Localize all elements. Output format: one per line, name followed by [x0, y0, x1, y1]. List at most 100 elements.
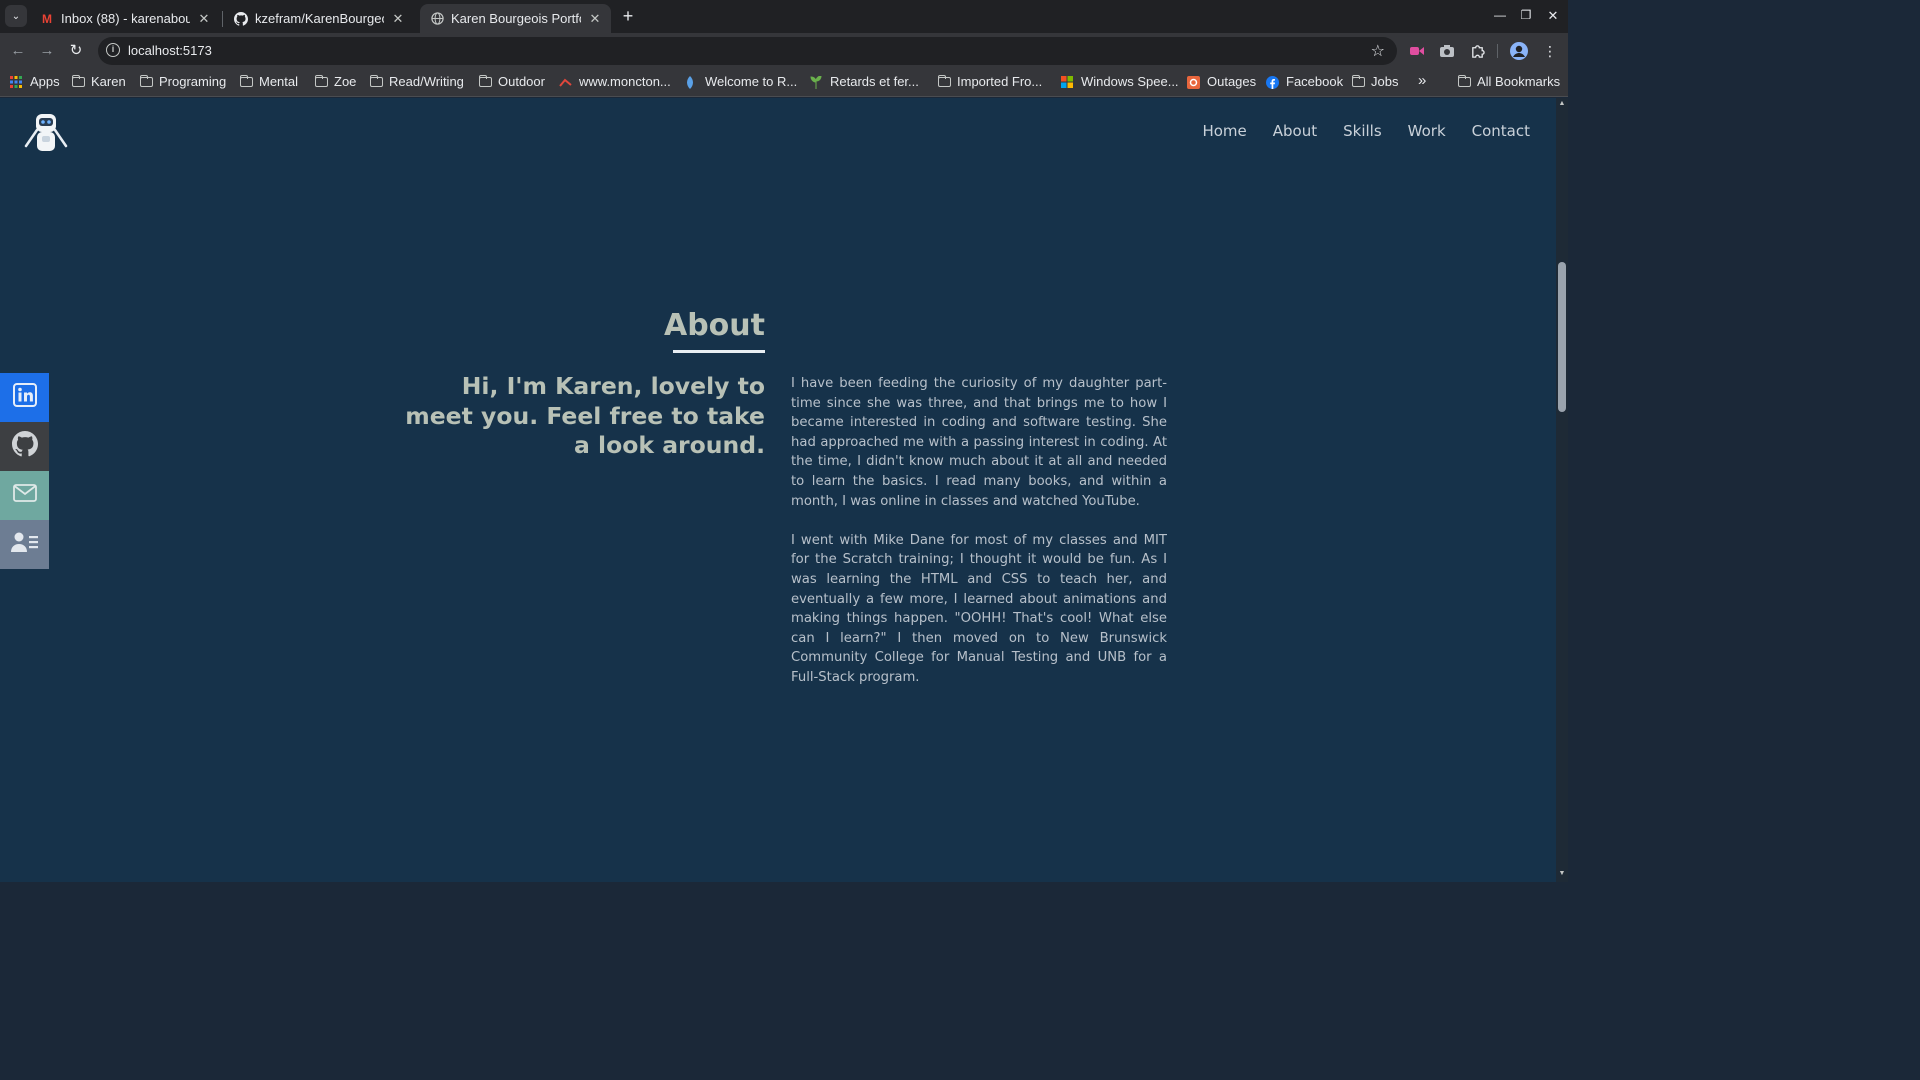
bookmark-label: Imported Fro... — [957, 74, 1043, 89]
robot-logo-icon[interactable] — [22, 110, 70, 156]
tab-github[interactable]: kzefram/KarenBourgeois ✕ — [224, 4, 414, 33]
bookmark-retards[interactable]: Retards et fer... — [810, 74, 919, 89]
about-heading: About — [663, 308, 765, 343]
mail-icon — [12, 484, 37, 507]
bookmarks-overflow-button[interactable]: » — [1418, 72, 1426, 89]
close-window-icon[interactable]: ✕ — [1545, 8, 1561, 24]
bookmark-label: Programing — [159, 74, 227, 89]
main-nav: Home About Skills Work Contact — [1202, 122, 1530, 140]
tab-portfolio[interactable]: Karen Bourgeois Portfolio ✕ — [420, 4, 611, 33]
folder-icon — [140, 74, 153, 87]
bio-paragraph: I have been feeding the curiosity of my … — [791, 376, 1167, 509]
folder-icon — [315, 74, 328, 87]
reload-button[interactable]: ↻ — [66, 41, 86, 61]
bookmark-facebook[interactable]: Facebook — [1266, 74, 1343, 89]
close-icon[interactable]: ✕ — [390, 11, 406, 27]
folder-icon — [1458, 74, 1471, 87]
url-text[interactable]: localhost:5173 — [128, 43, 212, 58]
bookmark-label: Outages — [1207, 74, 1257, 89]
bookmark-label: Retards et fer... — [830, 74, 919, 89]
bookmark-apps[interactable]: Apps — [10, 74, 60, 89]
nav-contact-link[interactable]: Contact — [1472, 122, 1530, 140]
screenshot-extension-icon[interactable] — [1438, 42, 1456, 60]
tab-title: Karen Bourgeois Portfolio — [451, 11, 581, 26]
browser-menu-icon[interactable]: ⋮ — [1541, 42, 1559, 60]
page-scrollbar[interactable]: ▲ ▼ — [1556, 98, 1568, 882]
social-sidebar — [0, 373, 49, 569]
restore-icon[interactable]: ❐ — [1518, 8, 1534, 22]
tab-title: kzefram/KarenBourgeois — [255, 11, 384, 26]
bookmark-folder-jobs[interactable]: Jobs — [1352, 74, 1398, 89]
bookmark-label: Zoe — [334, 74, 357, 89]
scroll-down-icon[interactable]: ▼ — [1558, 870, 1566, 877]
tab-strip: ⌄ M Inbox (88) - karenabourgeois ✕ kzefr… — [0, 0, 1568, 33]
nav-skills-link[interactable]: Skills — [1343, 122, 1382, 140]
chevron-double-right-icon: » — [1418, 72, 1427, 89]
plant-site-icon — [810, 74, 824, 89]
bookmark-folder-mental[interactable]: Mental — [240, 74, 298, 89]
minimize-icon[interactable]: — — [1492, 8, 1508, 22]
github-link[interactable] — [0, 422, 49, 471]
back-button[interactable]: ← — [8, 41, 28, 61]
outages-site-icon — [1187, 75, 1201, 89]
extensions-puzzle-icon[interactable] — [1468, 42, 1486, 60]
folder-icon — [72, 74, 85, 87]
forward-button[interactable]: → — [37, 41, 57, 61]
nav-work-link[interactable]: Work — [1408, 122, 1446, 140]
nav-home-link[interactable]: Home — [1202, 122, 1246, 140]
bookmark-folder-outdoor[interactable]: Outdoor — [479, 74, 545, 89]
email-link[interactable] — [0, 471, 49, 520]
bookmark-label: www.moncton... — [579, 74, 671, 89]
scroll-up-icon[interactable]: ▲ — [1558, 100, 1566, 107]
globe-icon — [430, 12, 444, 26]
bookmark-moncton[interactable]: www.moncton... — [559, 74, 671, 89]
address-bar[interactable]: i localhost:5173 ☆ — [98, 37, 1397, 65]
facebook-icon — [1266, 75, 1280, 89]
moncton-site-icon — [559, 76, 573, 88]
toolbar-divider — [1497, 44, 1498, 58]
profile-avatar[interactable] — [1510, 42, 1528, 60]
bookmark-folder-read-writing[interactable]: Read/Writing — [370, 74, 464, 89]
bookmark-label: Read/Writing — [389, 74, 464, 89]
github-icon — [11, 431, 38, 462]
tab-divider — [222, 11, 223, 27]
portfolio-page: Home About Skills Work Contact About Hi,… — [0, 98, 1556, 882]
all-bookmarks-button[interactable]: All Bookmarks — [1458, 74, 1560, 89]
folder-icon — [240, 74, 253, 87]
bookmark-label: All Bookmarks — [1477, 74, 1561, 89]
close-icon[interactable]: ✕ — [587, 11, 603, 27]
scroll-thumb[interactable] — [1558, 262, 1566, 412]
nav-about-link[interactable]: About — [1273, 122, 1317, 140]
bookmark-label: Jobs — [1371, 74, 1399, 89]
tab-title: Inbox (88) - karenabourgeois — [61, 11, 190, 26]
tab-gmail[interactable]: M Inbox (88) - karenabourgeois ✕ — [30, 4, 220, 33]
extension-record-icon[interactable] — [1408, 42, 1426, 60]
bookmark-outages[interactable]: Outages — [1187, 74, 1256, 89]
resume-icon — [10, 531, 39, 558]
leaf-site-icon — [685, 75, 699, 89]
heading-underline — [673, 350, 765, 353]
browser-toolbar: ← → ↻ i localhost:5173 ☆ ⋮ — [0, 33, 1568, 69]
bookmark-label: Outdoor — [498, 74, 545, 89]
close-icon[interactable]: ✕ — [196, 11, 212, 27]
bookmark-star-icon[interactable]: ☆ — [1371, 41, 1385, 61]
resume-link[interactable] — [0, 520, 49, 569]
folder-icon — [479, 74, 492, 87]
folder-icon — [1352, 74, 1365, 87]
linkedin-link[interactable] — [0, 373, 49, 422]
bookmark-folder-zoe[interactable]: Zoe — [315, 74, 356, 89]
folder-icon — [370, 74, 383, 87]
new-tab-button[interactable]: + — [618, 6, 638, 26]
folder-icon — [938, 74, 951, 87]
bookmark-folder-karen[interactable]: Karen — [72, 74, 126, 89]
site-info-icon[interactable]: i — [106, 43, 120, 57]
bookmark-welcome[interactable]: Welcome to R... — [685, 74, 797, 89]
greeting-heading: Hi, I'm Karen, lovely to meet you. Feel … — [405, 372, 765, 459]
bookmark-folder-imported[interactable]: Imported Fro... — [938, 74, 1042, 89]
bookmark-windows-speed[interactable]: Windows Spee... — [1061, 74, 1179, 89]
apps-grid-icon — [10, 75, 24, 88]
bookmark-label: Mental — [259, 74, 299, 89]
bookmark-folder-programing[interactable]: Programing — [140, 74, 226, 89]
bookmark-label: Windows Spee... — [1081, 74, 1179, 89]
tab-search-button[interactable]: ⌄ — [5, 5, 27, 27]
